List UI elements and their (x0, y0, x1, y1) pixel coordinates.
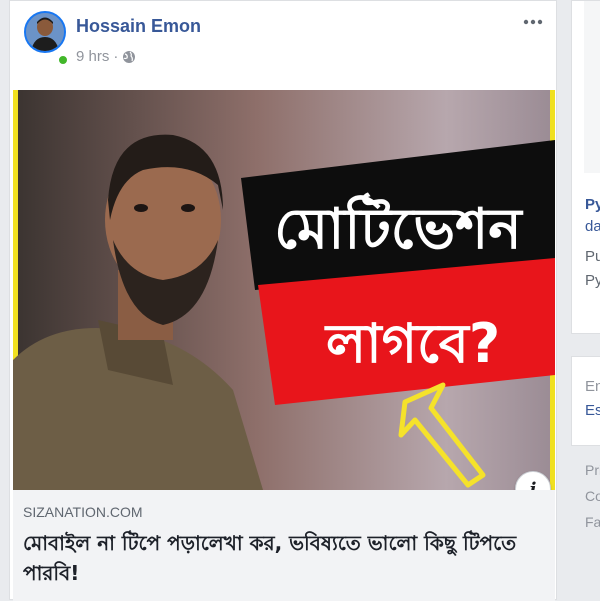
footer-link-privacy[interactable]: Pri (585, 462, 600, 478)
language-option[interactable]: Es (585, 402, 600, 419)
post-options-button[interactable] (518, 7, 548, 37)
post-meta: 9 hrs · (76, 48, 136, 65)
author-avatar[interactable] (24, 11, 66, 53)
meta-separator: · (113, 48, 119, 65)
sidebar-link-title[interactable]: Py (585, 196, 600, 213)
link-preview-image[interactable]: মোটিভেশন লাগবে? (13, 90, 555, 490)
thumbnail-line-2: লাগবে? (324, 312, 500, 375)
post-author-name[interactable]: Hossain Emon (76, 16, 201, 37)
feed-post: Hossain Emon 9 hrs · মোটিভেশন লাগবে? i S… (9, 0, 557, 601)
ellipsis-icon (523, 19, 543, 25)
link-preview-footer[interactable]: SIZANATION.COM মোবাইল না টিপে পড়ালেখা ক… (13, 490, 555, 601)
footer-link-facebook[interactable]: Fa (585, 514, 600, 530)
thumbnail-line-1: মোটিভেশন (274, 192, 524, 262)
thumbnail-graphic: মোটিভেশন লাগবে? (13, 90, 555, 490)
online-status-dot (57, 54, 69, 66)
sidebar-language-card (571, 356, 600, 446)
link-headline: মোবাইল না টিপে পড়ালেখা কর, ভবিষ্যতে ভাল… (23, 531, 517, 585)
sidebar-link-sub-2: Py (585, 272, 600, 289)
language-current: En (585, 378, 600, 395)
post-timestamp[interactable]: 9 hrs (76, 48, 109, 65)
sidebar-card-image (584, 1, 600, 173)
footer-link-cookies[interactable]: Co (585, 488, 600, 504)
sidebar-link-sub: Pu (585, 248, 600, 265)
globe-icon[interactable] (122, 50, 136, 64)
avatar-image (26, 13, 64, 51)
link-domain: SIZANATION.COM (23, 504, 143, 520)
sidebar-link-title-2[interactable]: da (585, 218, 600, 235)
